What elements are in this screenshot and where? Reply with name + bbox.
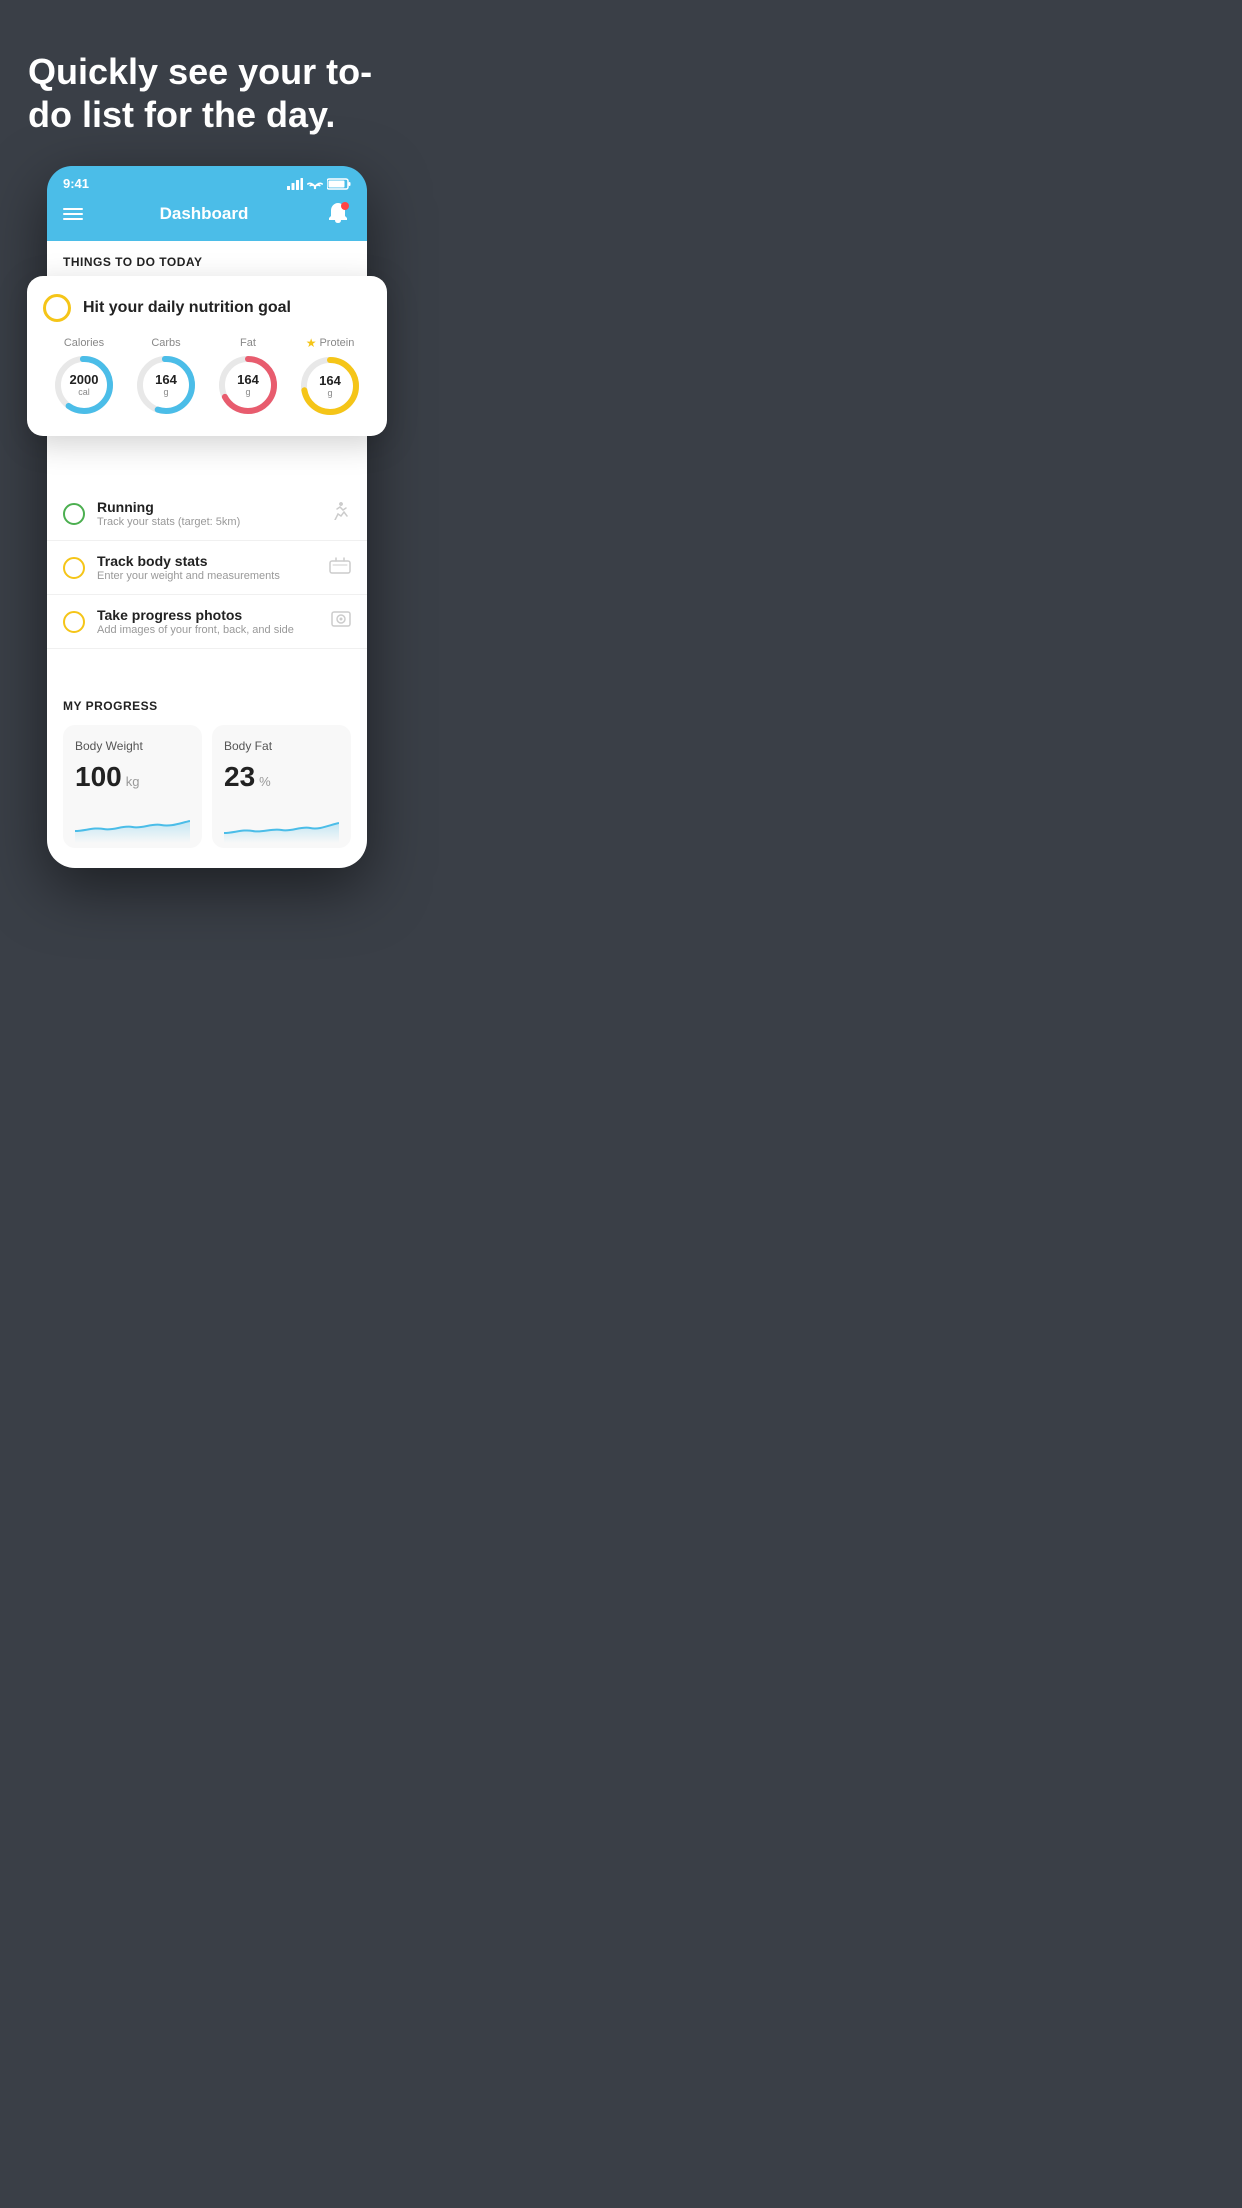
body-stats-title: Track body stats [97,553,317,569]
calories-label: Calories [64,337,104,349]
things-todo-header: THINGS TO DO TODAY [47,241,367,277]
body-weight-label: Body Weight [75,739,190,753]
body-weight-value-row: 100 kg [75,761,190,793]
wifi-icon [307,178,323,190]
carbs-label: Carbs [151,337,180,349]
status-time: 9:41 [63,176,89,191]
nutrition-checkbox[interactable] [43,294,71,322]
calories-unit: cal [70,388,99,398]
todo-list: Running Track your stats (target: 5km) T… [47,487,367,649]
body-weight-sparkline [75,803,190,843]
todo-item-photos[interactable]: Take progress photos Add images of your … [47,595,367,649]
card-header: Hit your daily nutrition goal [43,294,371,322]
body-fat-card[interactable]: Body Fat 23 % [212,725,351,848]
photos-checkbox[interactable] [63,611,85,633]
nav-bar: Dashboard [47,191,367,241]
todo-item-body-stats[interactable]: Track body stats Enter your weight and m… [47,541,367,595]
status-icons [287,178,351,190]
protein-label: ★ Protein [306,336,355,350]
protein-unit: g [319,389,341,399]
protein-star-icon: ★ [306,336,317,350]
nutrition-item-fat: Fat 164 g [216,337,280,417]
running-subtitle: Track your stats (target: 5km) [97,516,317,528]
progress-section: MY PROGRESS Body Weight 100 kg [47,679,367,868]
body-fat-sparkline [224,803,339,843]
protein-value: 164 [319,374,341,388]
calories-donut: 2000 cal [52,353,116,417]
phone-frame: 9:41 [47,166,367,868]
notification-bell[interactable] [325,201,351,227]
body-stats-checkbox[interactable] [63,557,85,579]
nutrition-grid: Calories 2000 cal Carbs [43,336,371,418]
nutrition-card-title: Hit your daily nutrition goal [83,299,291,317]
hamburger-menu[interactable] [63,208,83,220]
fat-unit: g [237,388,259,398]
running-checkbox[interactable] [63,503,85,525]
carbs-value: 164 [155,373,177,387]
body-weight-card[interactable]: Body Weight 100 kg [63,725,202,848]
hero-section: Quickly see your to-do list for the day. [0,0,414,166]
todo-item-running[interactable]: Running Track your stats (target: 5km) [47,487,367,541]
body-stats-icon [329,556,351,579]
body-stats-text: Track body stats Enter your weight and m… [97,553,317,582]
running-icon [329,502,351,525]
battery-icon [327,178,351,190]
body-fat-unit: % [259,774,271,789]
photos-title: Take progress photos [97,607,319,623]
running-title: Running [97,499,317,515]
nutrition-item-protein: ★ Protein 164 g [298,336,362,418]
running-text: Running Track your stats (target: 5km) [97,499,317,528]
hero-title: Quickly see your to-do list for the day. [28,50,386,136]
body-fat-label: Body Fat [224,739,339,753]
body-stats-subtitle: Enter your weight and measurements [97,570,317,582]
progress-cards: Body Weight 100 kg [63,725,351,868]
status-bar: 9:41 [47,166,367,191]
fat-label: Fat [240,337,256,349]
signal-icon [287,178,303,190]
photos-icon [331,609,351,634]
nutrition-card: Hit your daily nutrition goal Calories 2… [27,276,387,436]
carbs-donut: 164 g [134,353,198,417]
fat-donut: 164 g [216,353,280,417]
progress-title: MY PROGRESS [63,699,351,713]
protein-donut: 164 g [298,354,362,418]
carbs-unit: g [155,388,177,398]
body-fat-value-row: 23 % [224,761,339,793]
fat-value: 164 [237,373,259,387]
nav-title: Dashboard [160,204,249,224]
nutrition-item-carbs: Carbs 164 g [134,337,198,417]
nutrition-item-calories: Calories 2000 cal [52,337,116,417]
calories-value: 2000 [70,373,99,387]
body-fat-number: 23 [224,761,255,793]
body-weight-unit: kg [126,774,140,789]
body-weight-number: 100 [75,761,122,793]
photos-text: Take progress photos Add images of your … [97,607,319,636]
photos-subtitle: Add images of your front, back, and side [97,624,319,636]
